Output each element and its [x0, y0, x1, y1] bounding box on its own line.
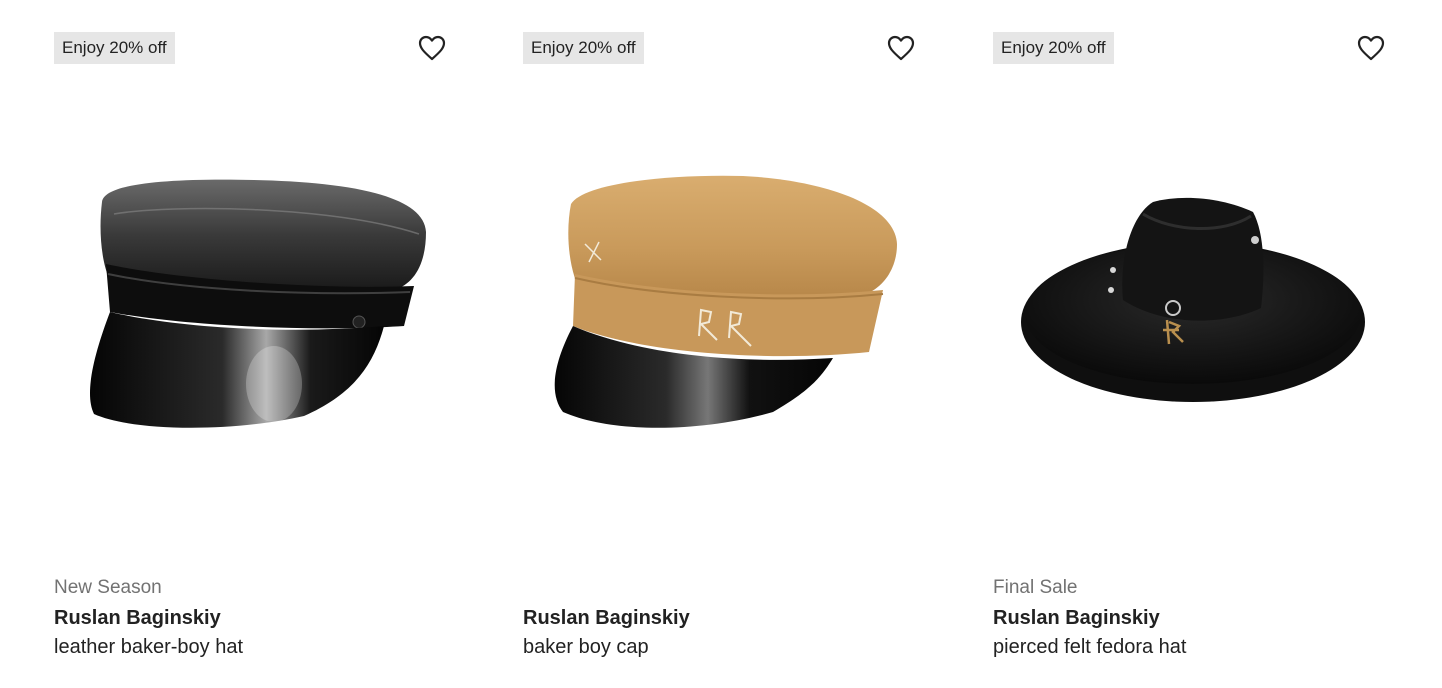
promo-badge: Enjoy 20% off [54, 32, 175, 64]
product-name[interactable]: pierced felt fedora hat [993, 634, 1186, 660]
product-card[interactable]: Enjoy 20% off [54, 0, 446, 688]
heart-outline-icon [1357, 35, 1385, 61]
product-name[interactable]: leather baker-boy hat [54, 634, 243, 660]
product-card[interactable]: Enjoy 20% off [523, 0, 915, 688]
product-label: Final Sale [993, 577, 1078, 598]
wishlist-button[interactable] [887, 34, 915, 62]
product-grid: Enjoy 20% off New Season Ruslan Baginski… [0, 0, 1442, 688]
product-label: New Season [54, 577, 162, 598]
product-brand[interactable]: Ruslan Baginskiy [54, 605, 221, 631]
heart-outline-icon [418, 35, 446, 61]
product-image[interactable] [523, 64, 915, 554]
heart-outline-icon [887, 35, 915, 61]
wishlist-button[interactable] [418, 34, 446, 62]
promo-badge: Enjoy 20% off [523, 32, 644, 64]
product-name[interactable]: baker boy cap [523, 634, 649, 660]
product-card[interactable]: Enjoy 20% off [993, 0, 1385, 688]
wishlist-button[interactable] [1357, 34, 1385, 62]
promo-badge: Enjoy 20% off [993, 32, 1114, 64]
product-brand[interactable]: Ruslan Baginskiy [993, 605, 1160, 631]
product-image[interactable] [993, 64, 1385, 554]
product-brand[interactable]: Ruslan Baginskiy [523, 605, 690, 631]
product-image[interactable] [54, 64, 446, 554]
